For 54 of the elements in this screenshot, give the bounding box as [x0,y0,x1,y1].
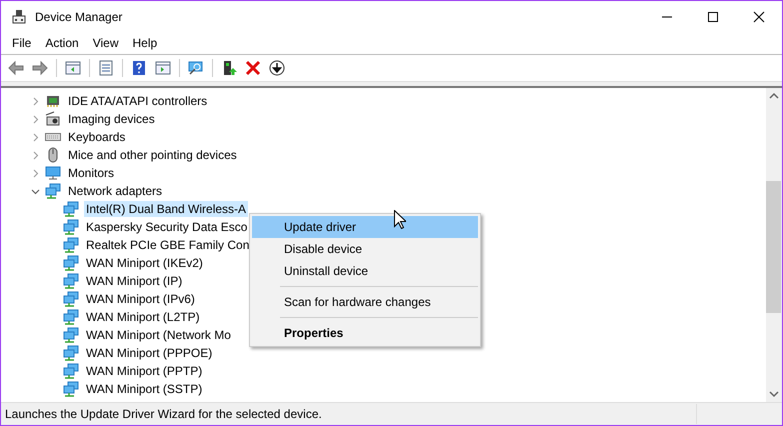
menu-item[interactable]: View [86,34,126,52]
tree-item[interactable]: WAN Miniport (Network Mo [84,327,233,343]
network-adapter-icon [63,219,79,235]
expand-chevron-icon[interactable] [31,132,40,142]
network-adapter-icon [63,273,79,289]
tree-item[interactable]: WAN Miniport (SSTP) [84,381,204,397]
tree-item[interactable]: WAN Miniport (L2TP) [84,309,202,325]
tree-item[interactable]: WAN Miniport (IKEv2) [84,255,205,271]
network-adapter-icon [63,309,79,325]
tree-item[interactable]: Realtek PCIe GBE Family Con [84,237,252,253]
tree-item[interactable]: WAN Miniport (IP) [84,273,184,289]
menu-item[interactable]: File [5,34,38,52]
controller-icon [45,93,61,109]
monitor-icon [45,165,61,181]
context-menu-item[interactable]: Update driver [252,216,478,238]
network-adapter-icon [63,327,79,343]
tree-item[interactable]: Monitors [66,165,116,181]
menu-item[interactable]: Action [38,34,86,52]
status-text: Launches the Update Driver Wizard for the selected device. [4,407,323,421]
network-adapter-icon [63,363,79,379]
context-menu-item[interactable]: Uninstall device [252,260,478,282]
expand-chevron-icon[interactable] [31,150,40,160]
expand-chevron-icon[interactable] [31,114,40,124]
context-menu-item[interactable]: Properties [252,322,478,344]
mouse-pointer-icon [394,210,406,229]
camera-icon [45,111,61,127]
network-adapter-icon [63,345,79,361]
network-adapter-icon [63,237,79,253]
tree-item[interactable]: Keyboards [66,129,128,145]
vertical-scrollbar[interactable] [766,88,782,402]
network-adapter-icon [63,201,79,217]
expand-chevron-icon[interactable] [31,96,40,106]
tree-item[interactable]: Imaging devices [66,111,157,127]
tree-item[interactable]: WAN Miniport (PPPOE) [84,345,214,361]
tree-item[interactable]: Intel(R) Dual Band Wireless-A [84,201,248,217]
tree-item[interactable]: IDE ATA/ATAPI controllers [66,93,210,109]
tree-item[interactable]: Network adapters [66,183,164,199]
tree-item[interactable]: WAN Miniport (PPTP) [84,363,204,379]
collapse-chevron-icon[interactable] [31,186,40,196]
network-adapter-icon [63,291,79,307]
app-icon [11,8,27,24]
context-menu-item[interactable]: Disable device [252,238,478,260]
network-adapter-icon [45,183,61,199]
maximize-icon [707,10,719,22]
tree-item[interactable]: Kaspersky Security Data Esco [84,219,250,235]
tree-item[interactable]: Mice and other pointing devices [66,147,239,163]
network-adapter-icon [63,381,79,397]
window-title: Device Manager [35,10,124,24]
network-adapter-icon [63,255,79,271]
tree-item[interactable]: WAN Miniport (IPv6) [84,291,197,307]
close-icon [753,10,765,22]
expand-chevron-icon[interactable] [31,168,40,178]
menu-item[interactable]: Help [126,34,164,52]
context-menu-item[interactable]: Scan for hardware changes [252,291,478,313]
